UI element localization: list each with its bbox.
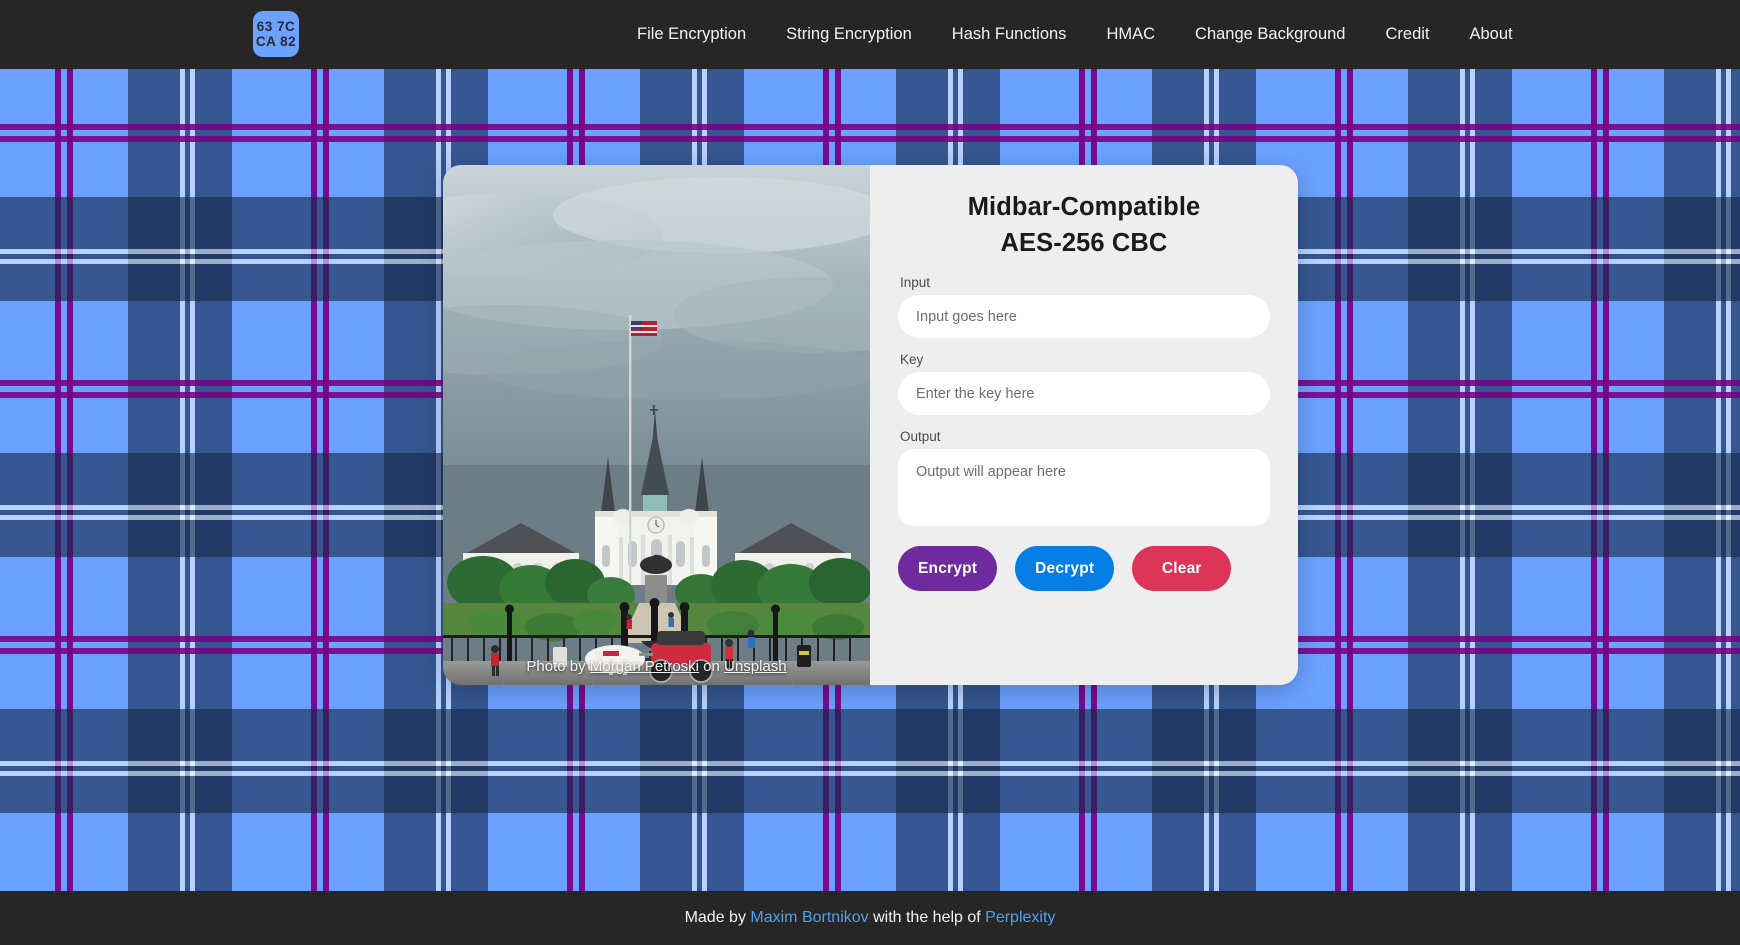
- encryption-card: Photo by Morgan Petroski on Unsplash Mid…: [443, 165, 1298, 685]
- nav-link-hash-functions[interactable]: Hash Functions: [932, 25, 1087, 44]
- logo-line-1: 63 7C: [256, 18, 296, 34]
- action-buttons: Encrypt Decrypt Clear: [898, 546, 1270, 592]
- footer-helper-link[interactable]: Perplexity: [985, 909, 1055, 926]
- nav-link-hmac[interactable]: HMAC: [1086, 25, 1175, 44]
- footer-author-link[interactable]: Maxim Bortnikov: [750, 909, 868, 926]
- output-label: Output: [900, 429, 941, 445]
- nav-links-group: File Encryption String Encryption Hash F…: [617, 0, 1533, 69]
- page-title-line-2: AES-256 CBC: [1000, 229, 1168, 258]
- input-field[interactable]: [898, 295, 1270, 339]
- nav-link-credit[interactable]: Credit: [1365, 25, 1449, 44]
- photo-credit: Photo by Morgan Petroski on Unsplash: [443, 658, 870, 675]
- footer-text: Made by Maxim Bortnikov with the help of…: [685, 909, 1056, 927]
- nav-link-file-encryption[interactable]: File Encryption: [617, 25, 766, 44]
- key-label: Key: [900, 352, 924, 368]
- photo-credit-middle: on: [699, 658, 725, 675]
- page-footer: Made by Maxim Bortnikov with the help of…: [0, 891, 1740, 945]
- photo-credit-source-link[interactable]: Unsplash: [724, 658, 787, 675]
- clear-button[interactable]: Clear: [1132, 546, 1232, 592]
- decrypt-button[interactable]: Decrypt: [1015, 546, 1115, 592]
- top-navbar: 63 7C CA 82 File Encryption String Encry…: [0, 0, 1740, 69]
- logo-line-2: CA 82: [255, 34, 297, 49]
- page-title-line-1: Midbar-Compatible: [967, 193, 1201, 221]
- footer-middle: with the help of: [868, 909, 986, 926]
- card-photo: Photo by Morgan Petroski on Unsplash: [443, 165, 870, 685]
- nav-link-change-background[interactable]: Change Background: [1175, 25, 1365, 44]
- nav-link-about[interactable]: About: [1450, 25, 1533, 44]
- input-label: Input: [900, 275, 931, 291]
- photo-credit-author-link[interactable]: Morgan Petroski: [590, 658, 699, 675]
- footer-prefix: Made by: [684, 909, 751, 926]
- encrypt-button[interactable]: Encrypt: [898, 546, 998, 592]
- jackson-square-photo-illustration: [443, 165, 870, 685]
- photo-credit-prefix: Photo by: [526, 658, 590, 675]
- aes-sbox-logo[interactable]: 63 7C CA 82: [253, 11, 299, 57]
- nav-link-string-encryption[interactable]: String Encryption: [766, 25, 932, 44]
- card-form: Midbar-Compatible AES-256 CBC Input Key …: [870, 165, 1298, 685]
- output-field[interactable]: [898, 449, 1270, 527]
- key-field[interactable]: [898, 372, 1270, 416]
- page-title: Midbar-Compatible AES-256 CBC: [898, 189, 1270, 261]
